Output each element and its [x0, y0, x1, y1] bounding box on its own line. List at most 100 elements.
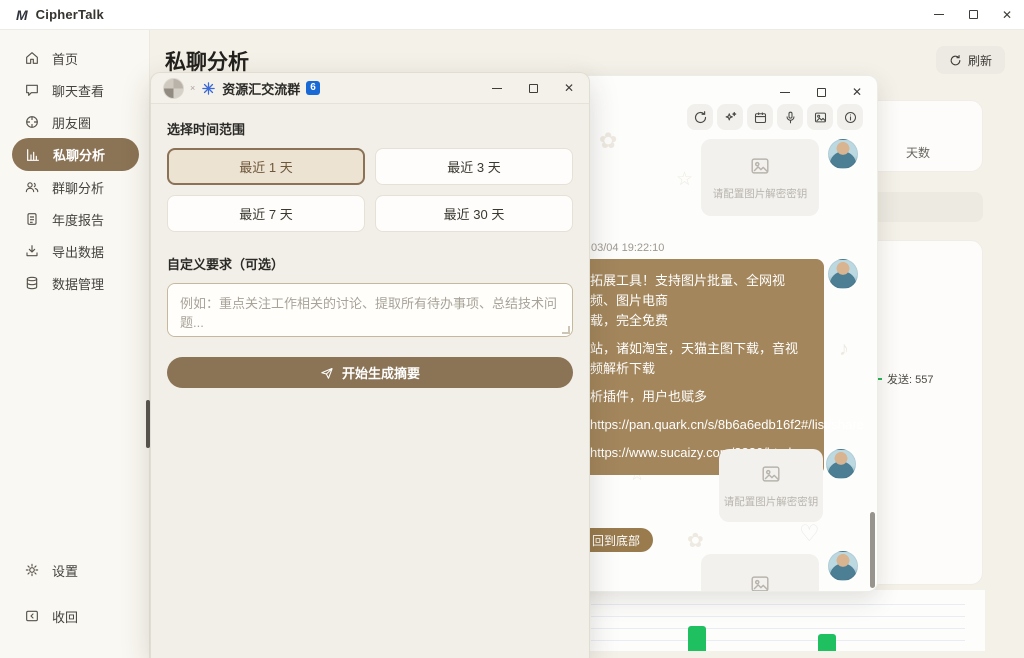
- sidebar-item-label: 导出数据: [52, 242, 104, 261]
- image-placeholder-icon: [749, 155, 771, 177]
- sidebar-item-annual-report[interactable]: 年度报告: [0, 203, 149, 235]
- sidebar-item-group-analysis[interactable]: 群聊分析: [0, 171, 149, 203]
- group-avatar[interactable]: [163, 78, 184, 99]
- custom-requirement-input[interactable]: [167, 283, 573, 337]
- app-title: CipherTalk: [36, 7, 104, 22]
- sidebar-item-label: 群聊分析: [52, 178, 104, 197]
- encrypted-image-message[interactable]: 请配置图片解密密钥: [701, 554, 819, 592]
- chat-toolbar: [687, 104, 863, 130]
- sidebar-item-data-management[interactable]: 数据管理: [0, 267, 149, 299]
- sidebar-item-label: 私聊分析: [53, 145, 105, 164]
- image-icon[interactable]: [807, 104, 833, 130]
- green-bar: [688, 626, 706, 651]
- gridline: [591, 604, 965, 605]
- image-placeholder-label: 请配置图片解密密钥: [724, 494, 819, 509]
- header-separator: ×: [190, 83, 195, 93]
- message-line: 拓展工具！支持图片批量、全网视频、图片电商: [590, 271, 810, 311]
- refresh-button[interactable]: 刷新: [936, 46, 1005, 74]
- sidebar-item-label: 设置: [52, 561, 78, 580]
- time-option-3days[interactable]: 最近 3 天: [375, 148, 573, 185]
- sidebar-item-label: 首页: [52, 49, 78, 68]
- green-bar: [818, 634, 836, 651]
- maximize-icon[interactable]: [525, 80, 541, 96]
- microphone-icon[interactable]: [777, 104, 803, 130]
- titlebar: M CipherTalk ✕: [0, 0, 1024, 30]
- sidebar-item-private-analysis[interactable]: 私聊分析: [12, 138, 139, 171]
- home-icon: [24, 50, 40, 66]
- time-option-7days[interactable]: 最近 7 天: [167, 195, 365, 232]
- chat-window-controls: ✕: [777, 84, 865, 100]
- gridline: [591, 628, 965, 629]
- refresh-icon[interactable]: [687, 104, 713, 130]
- calendar-icon[interactable]: [747, 104, 773, 130]
- close-icon[interactable]: ✕: [849, 84, 865, 100]
- minimize-icon[interactable]: [489, 80, 505, 96]
- gridline: [591, 640, 965, 641]
- info-icon[interactable]: [837, 104, 863, 130]
- time-option-30days[interactable]: 最近 30 天: [375, 195, 573, 232]
- bar-chart-icon: [25, 147, 41, 163]
- resize-grip-icon[interactable]: [562, 326, 570, 334]
- time-range-options: 最近 1 天 最近 3 天 最近 7 天 最近 30 天: [167, 148, 573, 232]
- time-range-label: 选择时间范围: [167, 119, 573, 138]
- stat-label: 天数: [906, 144, 930, 161]
- chat-message-bubble: 拓展工具！支持图片批量、全网视频、图片电商 载，完全免费 站，诸如淘宝，天猫主图…: [576, 259, 824, 475]
- refresh-label: 刷新: [968, 52, 992, 69]
- database-icon: [24, 275, 40, 291]
- image-placeholder-icon: [749, 573, 771, 592]
- generate-summary-button[interactable]: 开始生成摘要: [167, 357, 573, 388]
- sparkles-icon[interactable]: [717, 104, 743, 130]
- time-option-1day[interactable]: 最近 1 天: [167, 148, 365, 185]
- doodle-note-icon: ♪: [839, 338, 849, 361]
- custom-requirement-wrap: [167, 283, 573, 340]
- sidebar-footer: 设置 收回: [0, 554, 149, 646]
- sidebar-item-settings[interactable]: 设置: [0, 554, 149, 586]
- generate-summary-label: 开始生成摘要: [342, 363, 420, 382]
- sidebar-item-export-data[interactable]: 导出数据: [0, 235, 149, 267]
- bottom-bar-chart: [585, 590, 985, 651]
- maximize-icon[interactable]: [813, 84, 829, 100]
- app-window: M CipherTalk ✕ 首页 聊天查看 朋友圈 私聊分析: [0, 0, 1024, 658]
- avatar[interactable]: [826, 449, 856, 479]
- send-icon: [320, 366, 334, 380]
- chat-scrollbar[interactable]: [870, 512, 875, 588]
- window-controls: ✕: [922, 0, 1024, 30]
- minimize-icon[interactable]: [922, 0, 956, 30]
- app-logo-icon: M: [16, 7, 28, 23]
- modal-edge-scrollbar[interactable]: [146, 400, 150, 448]
- doodle-flower-icon: ✿: [687, 528, 704, 553]
- sidebar-item-label: 收回: [52, 607, 78, 626]
- sidebar-nav: 首页 聊天查看 朋友圈 私聊分析 群聊分析 年度报告: [0, 42, 149, 299]
- legend-send: 发送: 557: [869, 371, 933, 387]
- encrypted-image-message[interactable]: 请配置图片解密密钥: [701, 139, 819, 216]
- message-timestamp: 03/04 19:22:10: [591, 242, 664, 254]
- avatar[interactable]: [828, 551, 858, 581]
- gridline: [591, 616, 965, 617]
- dialog-title: 资源汇交流群: [222, 79, 300, 98]
- gear-icon: [24, 562, 40, 578]
- report-icon: [24, 211, 40, 227]
- ai-snowflake-icon: [201, 81, 216, 96]
- sidebar-item-chat-view[interactable]: 聊天查看: [0, 74, 149, 106]
- avatar[interactable]: [828, 259, 858, 289]
- sidebar-item-label: 数据管理: [52, 274, 104, 293]
- close-icon[interactable]: ✕: [990, 0, 1024, 30]
- avatar[interactable]: [828, 139, 858, 169]
- sidebar-item-collapse[interactable]: 收回: [0, 600, 149, 632]
- unread-badge: 6: [306, 81, 320, 95]
- sidebar-item-home[interactable]: 首页: [0, 42, 149, 74]
- encrypted-image-message[interactable]: 请配置图片解密密钥: [719, 449, 823, 522]
- export-icon: [24, 243, 40, 259]
- sidebar-item-label: 朋友圈: [52, 113, 91, 132]
- collapse-icon: [24, 608, 40, 624]
- image-placeholder-label: 请配置图片解密密钥: [713, 186, 808, 201]
- close-icon[interactable]: ✕: [561, 80, 577, 96]
- sidebar-item-moments[interactable]: 朋友圈: [0, 106, 149, 138]
- minimize-icon[interactable]: [777, 84, 793, 100]
- moments-icon: [24, 114, 40, 130]
- message-link[interactable]: https://pan.quark.cn/s/8b6a6edb16f2#/lis…: [590, 415, 810, 435]
- chat-icon: [24, 82, 40, 98]
- message-line: 站，诸如淘宝，天猫主图下载，音视频解析下载: [590, 339, 810, 379]
- message-line: 析插件，用户也赋多: [590, 387, 810, 407]
- maximize-icon[interactable]: [956, 0, 990, 30]
